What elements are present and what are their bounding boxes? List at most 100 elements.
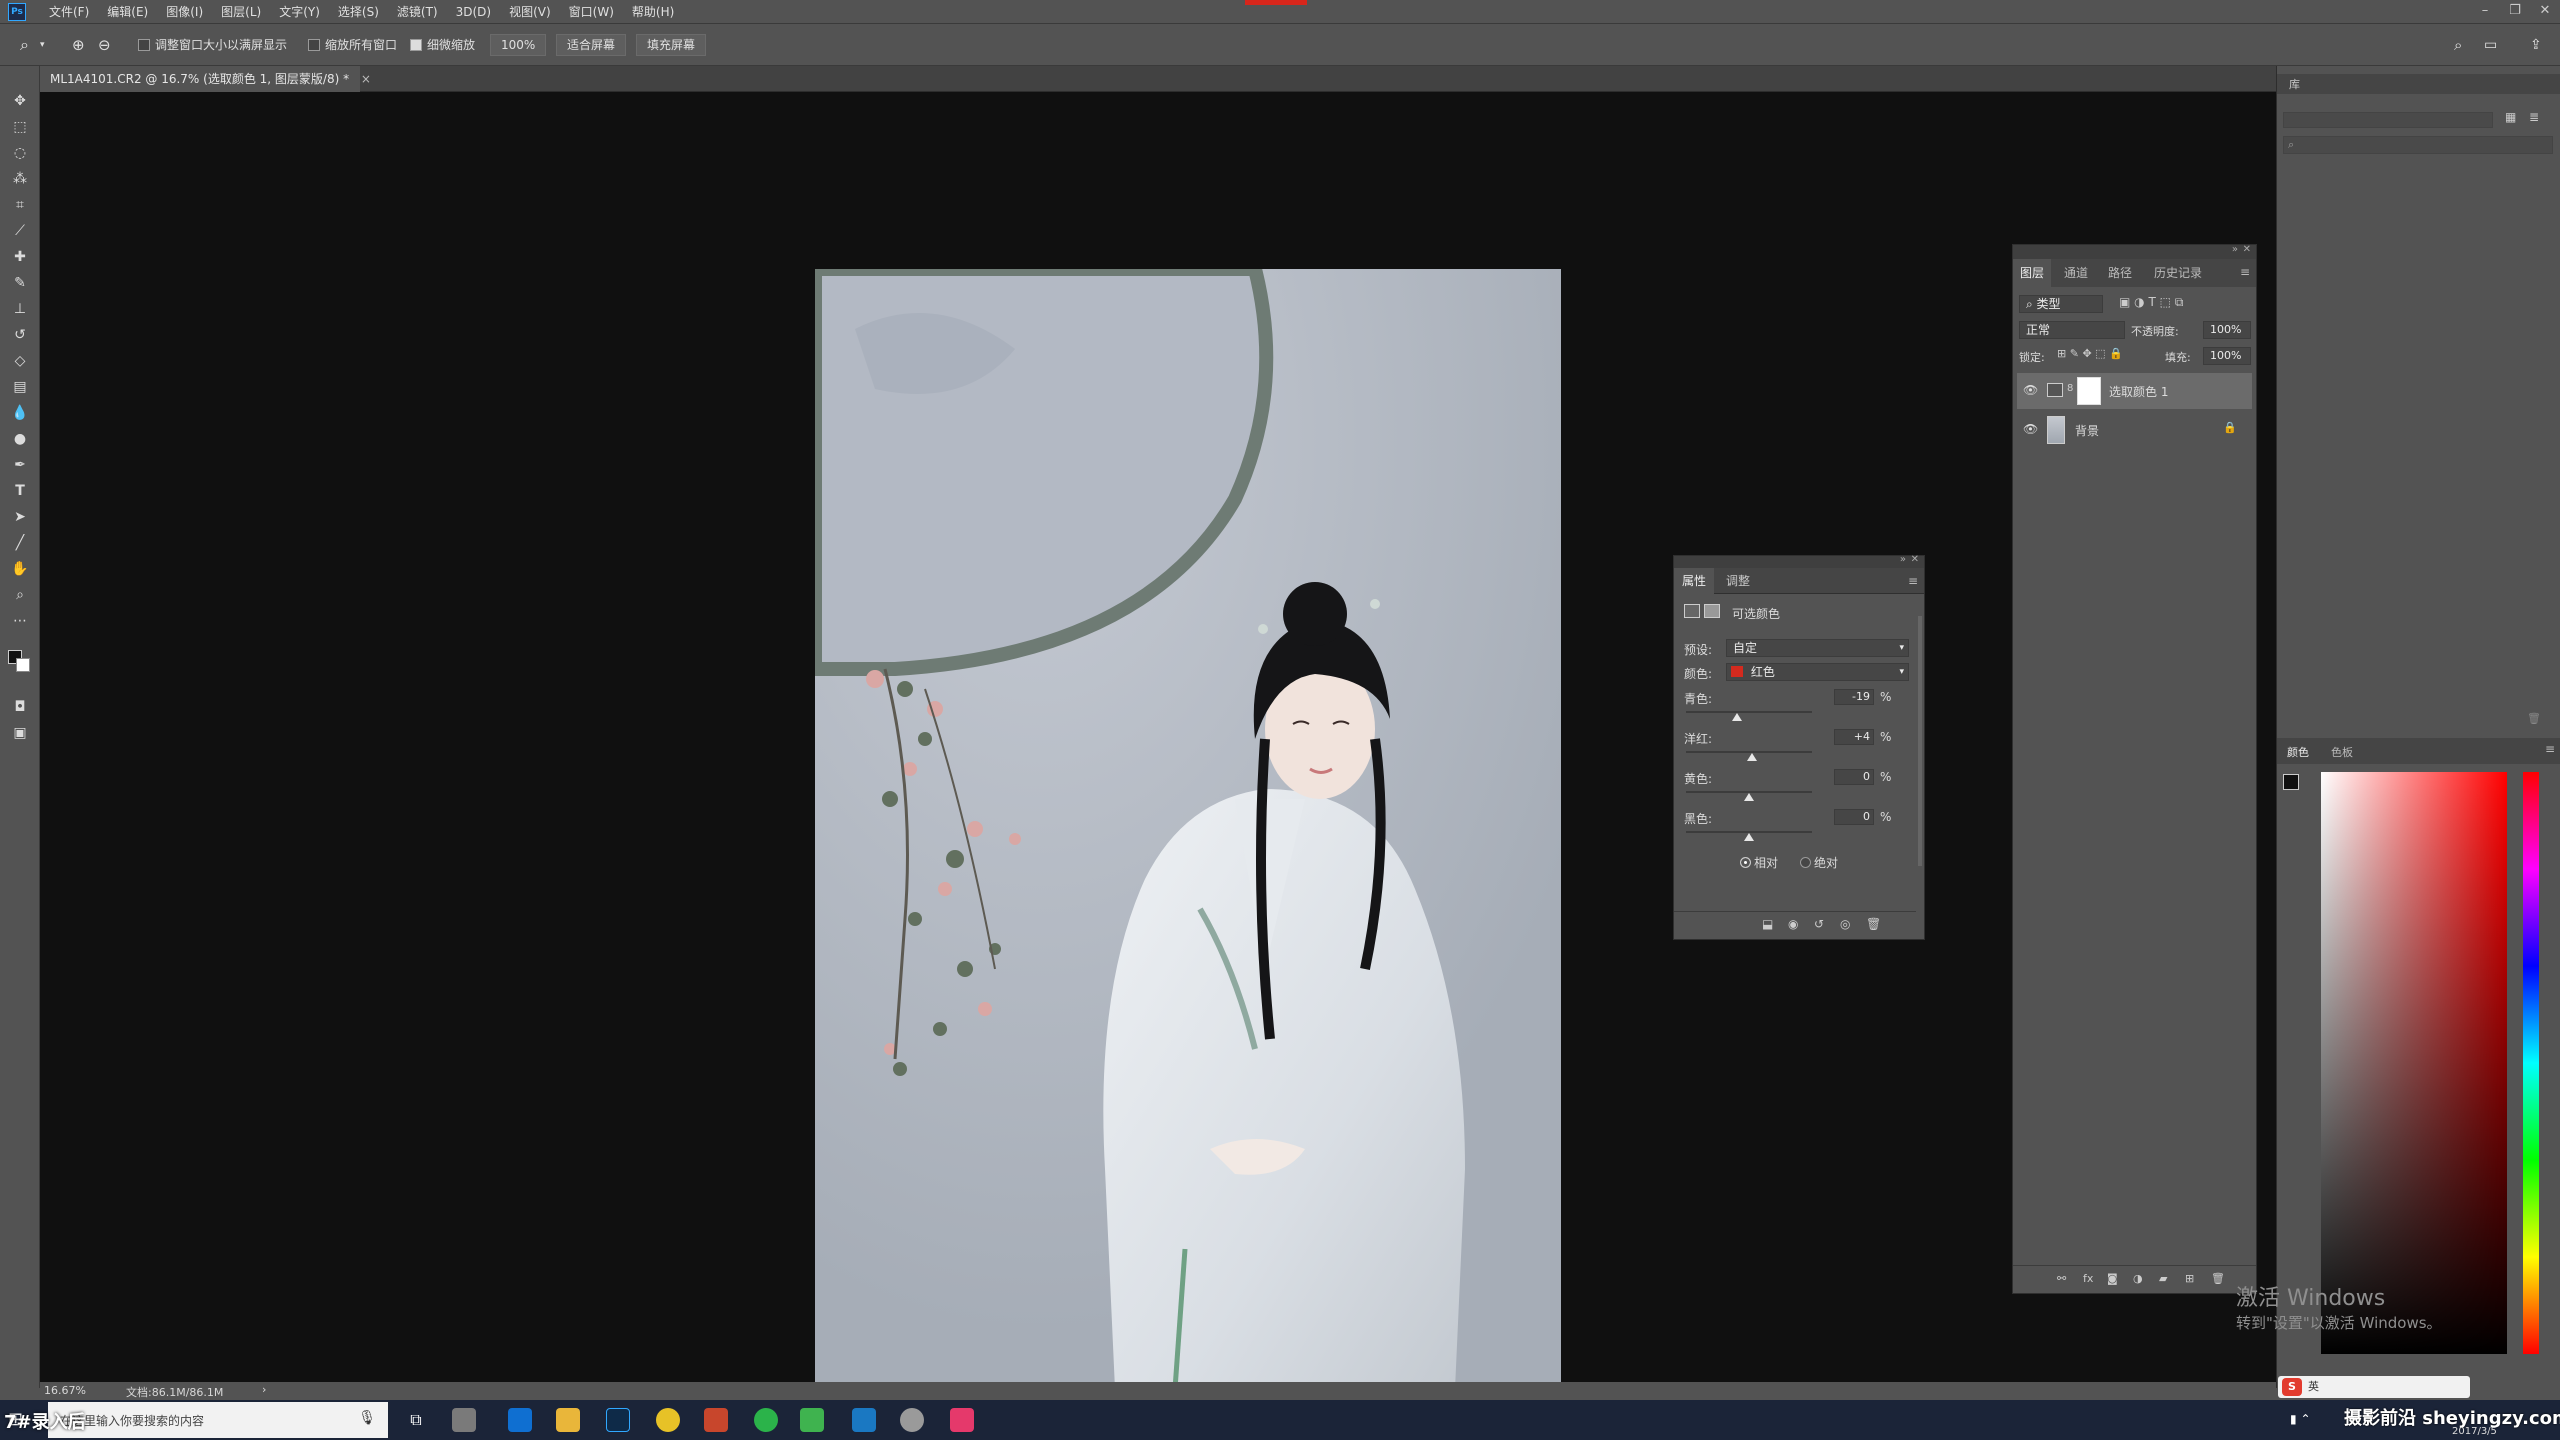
slider-value-input[interactable]: -19 — [1834, 689, 1874, 705]
menu-item[interactable]: 帮助(H) — [623, 0, 683, 24]
libraries-icon[interactable]: 库 — [2289, 76, 2300, 92]
grid-view-icon[interactable]: ▦ — [2505, 110, 2516, 124]
menu-item[interactable]: 视图(V) — [500, 0, 560, 24]
app-icon-3[interactable] — [754, 1408, 778, 1432]
trash-icon[interactable]: 🗑 — [2211, 1272, 2225, 1285]
restore-icon[interactable]: ❐ — [2500, 0, 2530, 24]
slider-value-input[interactable]: +4 — [1834, 729, 1874, 745]
lock-brush-icon[interactable]: ✎ — [2070, 347, 2079, 360]
menu-item[interactable]: 编辑(E) — [98, 0, 157, 24]
stamp-tool-icon[interactable]: ⊥ — [9, 298, 31, 320]
move-tool-icon[interactable]: ✥ — [9, 90, 31, 112]
share-icon[interactable]: ⇪ — [2530, 35, 2542, 55]
type-tool-icon[interactable]: T — [9, 480, 31, 502]
type-filter-icon[interactable]: T — [2148, 295, 2155, 309]
colors-select[interactable]: 红色 ▾ — [1726, 663, 1909, 681]
panel-header[interactable]: » ✕ — [2013, 244, 2256, 259]
zoom-value-button[interactable]: 100% — [490, 34, 546, 56]
link-icon[interactable]: ⚯ — [2057, 1272, 2066, 1285]
menu-item[interactable]: 图层(L) — [212, 0, 270, 24]
close-icon[interactable]: ✕ — [2243, 244, 2251, 255]
edge-icon[interactable] — [508, 1408, 532, 1432]
tab-adjustments[interactable]: 调整 — [1718, 568, 1758, 594]
clip-to-layer-icon[interactable]: ⬓ — [1762, 917, 1773, 931]
workspace-icon[interactable]: ▭ — [2484, 35, 2497, 55]
adjust-filter-icon[interactable]: ◑ — [2134, 295, 2144, 309]
menu-item[interactable]: 文件(F) — [40, 0, 98, 24]
tab-properties[interactable]: 属性 — [1674, 568, 1715, 594]
app-icon-1[interactable] — [452, 1408, 476, 1432]
slider-value-input[interactable]: 0 — [1834, 769, 1874, 785]
marquee-tool-icon[interactable]: ⬚ — [9, 116, 31, 138]
pen-tool-icon[interactable]: ✒ — [9, 454, 31, 476]
color-field[interactable] — [2321, 772, 2507, 1354]
pixel-filter-icon[interactable]: ▣ — [2119, 295, 2130, 309]
crop-tool-icon[interactable]: ⌗ — [9, 194, 31, 216]
trash-icon[interactable]: 🗑 — [1866, 917, 1881, 931]
tab-swatches[interactable]: 色板 — [2331, 744, 2353, 760]
document-tab[interactable]: ML1A4101.CR2 @ 16.7% (选取颜色 1, 图层蒙版/8) * … — [40, 66, 371, 92]
more-tools-icon[interactable]: ⋯ — [9, 610, 31, 632]
trash-icon[interactable]: 🗑 — [2527, 712, 2541, 725]
zoom-all-checkbox[interactable]: 缩放所有窗口 — [308, 35, 397, 55]
app-icon-2[interactable] — [704, 1408, 728, 1432]
menu-item[interactable]: 图像(I) — [157, 0, 212, 24]
smart-filter-icon[interactable]: ⧉ — [2175, 295, 2184, 309]
view-previous-icon[interactable]: ◉ — [1788, 917, 1798, 931]
method-absolute-radio[interactable]: 绝对 — [1800, 854, 1838, 871]
hand-tool-icon[interactable]: ✋ — [9, 558, 31, 580]
filter-kind-select[interactable]: ⌕ 类型 — [2019, 295, 2103, 313]
library-search-input[interactable]: ⌕ — [2283, 136, 2553, 154]
list-view-icon[interactable]: ≣ — [2529, 110, 2539, 124]
properties-scrollbar[interactable] — [1916, 596, 1924, 936]
collapse-icon[interactable]: » — [1900, 554, 1906, 565]
app-icon-6[interactable] — [950, 1408, 974, 1432]
eyedropper-icon[interactable]: ⟋ — [9, 220, 31, 242]
chevron-down-icon[interactable]: ▾ — [40, 35, 45, 55]
lock-artboard-icon[interactable]: ⬚ — [2095, 347, 2105, 360]
menu-item[interactable]: 选择(S) — [329, 0, 388, 24]
lasso-tool-icon[interactable]: ◌ — [9, 142, 31, 164]
eye-icon[interactable]: 👁 — [2023, 422, 2038, 436]
mask-icon[interactable] — [1704, 604, 1720, 618]
panel-menu-icon[interactable]: ≡ — [1908, 574, 1918, 588]
panel-menu-icon[interactable]: ≡ — [2240, 265, 2250, 279]
zoom-tool-icon[interactable]: ⌕ — [9, 584, 31, 606]
collapse-icon[interactable]: » — [2232, 244, 2238, 255]
tab-history[interactable]: 历史记录 — [2147, 259, 2209, 287]
eye-icon[interactable]: 👁 — [2023, 383, 2038, 397]
menu-item[interactable]: 文字(Y) — [270, 0, 329, 24]
close-icon[interactable]: ✕ — [1911, 554, 1919, 565]
tab-color[interactable]: 颜色 — [2287, 744, 2309, 760]
menu-item[interactable]: 3D(D) — [447, 0, 500, 24]
slider-thumb[interactable] — [1746, 753, 1757, 761]
lock-all-icon[interactable]: 🔒 — [2109, 347, 2123, 360]
magic-wand-icon[interactable]: ⁂ — [9, 168, 31, 190]
fit-screen-button[interactable]: 适合屏幕 — [556, 34, 627, 56]
zoom-tool-icon[interactable]: ⌕ — [20, 35, 29, 55]
task-view-icon[interactable]: ⧉ — [404, 1408, 428, 1432]
slider-thumb[interactable] — [1732, 713, 1743, 721]
screen-mode-icon[interactable]: ▣ — [9, 722, 31, 744]
tab-paths[interactable]: 路径 — [2101, 259, 2139, 287]
library-select[interactable] — [2283, 112, 2493, 128]
layer-row[interactable]: 👁 8 选取颜色 1 — [2017, 373, 2252, 409]
wechat-icon[interactable] — [800, 1408, 824, 1432]
taskbar-search-input[interactable]: 在这里输入你要搜索的内容 🎙 — [48, 1402, 388, 1438]
tab-channels[interactable]: 通道 — [2057, 259, 2095, 287]
lock-position-icon[interactable]: ✥ — [2082, 347, 2091, 360]
scrubby-zoom-checkbox[interactable]: 细微缩放 — [410, 35, 475, 55]
chrome-icon[interactable] — [656, 1408, 680, 1432]
folder-icon[interactable]: ▰ — [2159, 1272, 2167, 1285]
slider-thumb[interactable] — [1744, 793, 1754, 801]
brush-tool-icon[interactable]: ✎ — [9, 272, 31, 294]
chevron-up-icon[interactable]: ⌃ — [2300, 1412, 2310, 1426]
file-explorer-icon[interactable] — [556, 1408, 580, 1432]
search-icon[interactable]: ⌕ — [2454, 35, 2462, 55]
add-mask-icon[interactable]: ◙ — [2107, 1272, 2118, 1285]
line-tool-icon[interactable]: ╱ — [9, 532, 31, 554]
fx-icon[interactable]: fx — [2083, 1272, 2093, 1285]
layer-mask-thumbnail[interactable] — [2077, 377, 2101, 405]
new-layer-icon[interactable]: ⊞ — [2185, 1272, 2194, 1285]
zoom-status[interactable]: 16.67% — [44, 1384, 86, 1397]
